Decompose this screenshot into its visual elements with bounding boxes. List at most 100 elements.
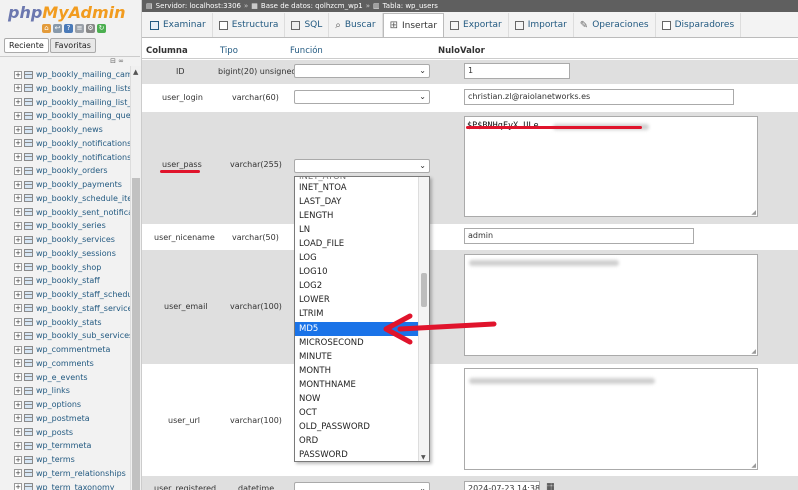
expand-icon[interactable]: + <box>14 125 22 134</box>
value-textarea[interactable]: ◢ <box>464 368 758 470</box>
sidebar-table-item[interactable]: + wp_terms <box>14 453 130 466</box>
expand-icon[interactable]: + <box>14 469 22 478</box>
docs-icon[interactable]: ≡ <box>75 24 84 33</box>
expand-icon[interactable]: + <box>14 166 22 175</box>
dropdown-option[interactable]: LENGTH <box>295 209 419 223</box>
resize-grip-icon[interactable]: ◢ <box>751 209 756 216</box>
dropdown-scroll-thumb[interactable] <box>421 273 427 307</box>
sidebar-table-item[interactable]: + wp_bookly_staff_schedule_ <box>14 288 130 301</box>
tab-buscar[interactable]: ⌕ Buscar <box>329 13 383 37</box>
expand-icon[interactable]: + <box>14 414 22 423</box>
expand-icon[interactable]: + <box>14 455 22 464</box>
logout-icon[interactable]: ↩ <box>53 24 62 33</box>
breadcrumb-table[interactable]: Tabla: wp_users <box>383 2 438 10</box>
home-icon[interactable]: ⌂ <box>42 24 51 33</box>
value-input[interactable]: christian.zl@raiolanetworks.es <box>464 89 734 105</box>
link-tree-icon[interactable]: ⊟ ∞ <box>110 57 124 65</box>
settings-icon[interactable]: ⚙ <box>86 24 95 33</box>
expand-icon[interactable]: + <box>14 441 22 450</box>
sidebar-table-item[interactable]: + wp_bookly_stats <box>14 316 130 329</box>
expand-icon[interactable]: + <box>14 359 22 368</box>
sidebar-table-item[interactable]: + wp_bookly_sessions <box>14 247 130 260</box>
expand-icon[interactable]: + <box>14 345 22 354</box>
expand-icon[interactable]: + <box>14 70 22 79</box>
dropdown-option[interactable]: LOAD_FILE <box>295 237 419 251</box>
dropdown-option[interactable]: LOG2 <box>295 279 419 293</box>
sidebar-table-item[interactable]: + wp_bookly_schedule_item <box>14 192 130 205</box>
sidebar-table-item[interactable]: + wp_term_relationships <box>14 467 130 480</box>
resize-grip-icon[interactable]: ◢ <box>751 348 756 355</box>
tab-exportar[interactable]: Exportar <box>444 13 509 37</box>
expand-icon[interactable]: + <box>14 84 22 93</box>
expand-icon[interactable]: + <box>14 208 22 216</box>
value-textarea[interactable]: $P$BNHqFyX.ULe ◢ <box>464 116 758 217</box>
sidebar-scroll-thumb[interactable] <box>132 178 140 490</box>
expand-icon[interactable]: + <box>14 400 22 409</box>
expand-icon[interactable]: + <box>14 194 22 203</box>
expand-icon[interactable]: + <box>14 98 22 106</box>
value-input[interactable]: 2024-07-23 14:38:09 <box>464 481 540 490</box>
expand-icon[interactable]: + <box>14 483 22 490</box>
sidebar-table-item[interactable]: + wp_bookly_staff_services <box>14 302 130 315</box>
expand-icon[interactable]: + <box>14 221 22 230</box>
value-input[interactable]: 1 <box>464 63 570 79</box>
reload-icon[interactable]: ↻ <box>97 24 106 33</box>
breadcrumb-database[interactable]: Base de datos: qolhzcm_wp1 <box>261 2 363 10</box>
sidebar-table-item[interactable]: + wp_bookly_orders <box>14 164 130 177</box>
sidebar-table-item[interactable]: + wp_bookly_services <box>14 233 130 246</box>
sidebar-table-item[interactable]: + wp_bookly_mailing_campa <box>14 68 130 81</box>
resize-grip-icon[interactable]: ◢ <box>751 462 756 469</box>
sidebar-table-item[interactable]: + wp_bookly_payments <box>14 178 130 191</box>
sidebar-table-item[interactable]: + wp_bookly_staff <box>14 274 130 287</box>
sidebar-table-item[interactable]: + wp_options <box>14 398 130 411</box>
expand-icon[interactable]: + <box>14 263 22 271</box>
tab-estructura[interactable]: Estructura <box>213 13 286 37</box>
breadcrumb-server[interactable]: Servidor: localhost:3306 <box>156 2 241 10</box>
phpmyadmin-logo[interactable]: phpMyAdmin <box>8 3 126 22</box>
tab-examinar[interactable]: Examinar <box>144 13 213 37</box>
dropdown-option[interactable]: LAST_DAY <box>295 195 419 209</box>
sidebar-table-item[interactable]: + wp_bookly_mailing_list_re <box>14 96 130 109</box>
dropdown-option[interactable]: OCT <box>295 406 419 420</box>
tab-favoritas[interactable]: Favoritas <box>49 38 96 53</box>
sidebar-table-item[interactable]: + wp_bookly_news <box>14 123 130 136</box>
sidebar-table-item[interactable]: + wp_bookly_shop <box>14 261 130 274</box>
dropdown-option[interactable]: PASSWORD <box>295 448 419 461</box>
expand-icon[interactable]: + <box>14 139 22 148</box>
expand-icon[interactable]: + <box>14 290 22 299</box>
tab-importar[interactable]: Importar <box>509 13 574 37</box>
expand-icon[interactable]: + <box>14 386 22 395</box>
sidebar-table-item[interactable]: + wp_bookly_mailing_queue <box>14 109 130 122</box>
sidebar-table-item[interactable]: + wp_postmeta <box>14 412 130 425</box>
tab-disparadores[interactable]: Disparadores <box>656 13 742 37</box>
dropdown-option[interactable]: NOW <box>295 392 419 406</box>
dropdown-option[interactable]: LOG10 <box>295 265 419 279</box>
dropdown-option[interactable]: INET_NTOA <box>295 181 419 195</box>
tab-operaciones[interactable]: ✎ Operaciones <box>574 13 656 37</box>
tab-reciente[interactable]: Reciente <box>4 38 49 53</box>
scroll-up-icon[interactable]: ▲ <box>133 68 138 76</box>
sidebar-table-item[interactable]: + wp_bookly_notifications <box>14 137 130 150</box>
sidebar-table-item[interactable]: + wp_bookly_sub_services <box>14 329 130 342</box>
sidebar-table-item[interactable]: + wp_e_events <box>14 371 130 384</box>
dropdown-option[interactable]: OLD_PASSWORD <box>295 420 419 434</box>
expand-icon[interactable]: + <box>14 331 22 340</box>
tab-insertar[interactable]: ⊞ Insertar <box>382 13 445 37</box>
scroll-down-icon[interactable]: ▼ <box>421 454 426 461</box>
header-tipo[interactable]: Tipo <box>220 46 238 56</box>
dropdown-option[interactable]: LOG <box>295 251 419 265</box>
expand-icon[interactable]: + <box>14 276 22 285</box>
function-select[interactable]: ⌄ <box>294 64 430 78</box>
expand-icon[interactable]: + <box>14 249 22 258</box>
sidebar-table-item[interactable]: + wp_commentmeta <box>14 343 130 356</box>
sidebar-table-item[interactable]: + wp_bookly_sent_notificatio <box>14 206 130 219</box>
sidebar-table-item[interactable]: + wp_termmeta <box>14 439 130 452</box>
dropdown-option[interactable]: MONTH <box>295 364 419 378</box>
function-select[interactable]: ⌄ <box>294 159 430 173</box>
header-funcion[interactable]: Función <box>290 46 323 56</box>
function-select[interactable]: ⌄ <box>294 90 430 104</box>
function-select[interactable]: ⌄ <box>294 482 430 490</box>
value-textarea[interactable]: ◢ <box>464 254 758 356</box>
sidebar-table-item[interactable]: + wp_bookly_series <box>14 219 130 232</box>
sidebar-scrollbar[interactable]: ▲ <box>130 66 141 490</box>
